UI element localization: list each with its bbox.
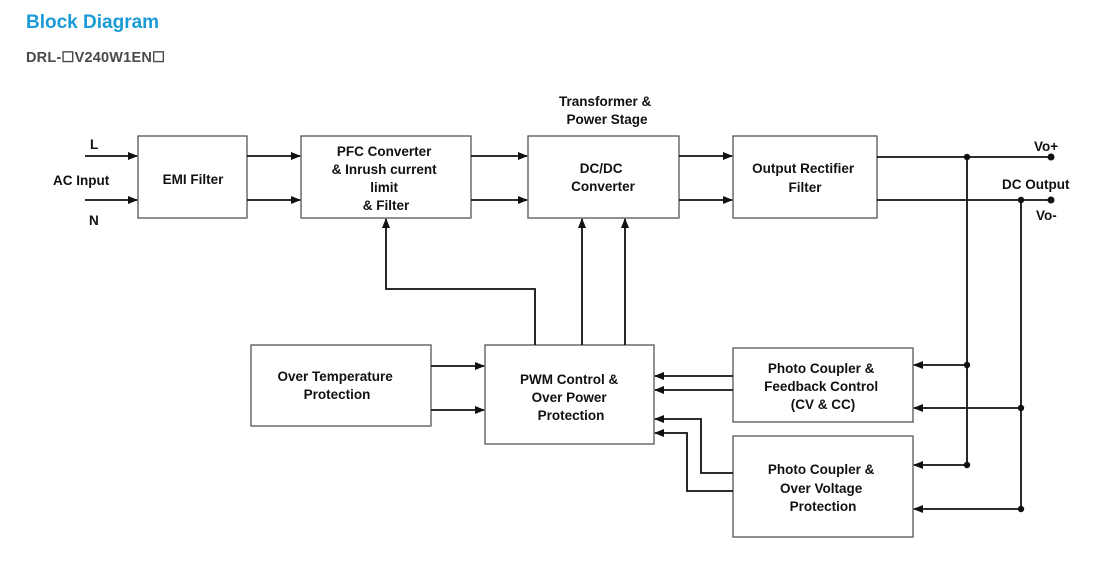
terminal-vo-plus xyxy=(1047,153,1055,161)
label-vo-plus: Vo+ xyxy=(1034,139,1058,154)
block-output-rectifier: Output Rectifier Filter xyxy=(732,135,878,219)
label-vo-minus: Vo- xyxy=(1036,208,1057,223)
label-dc-output: DC Output xyxy=(1002,177,1070,192)
label-ac-input: AC Input xyxy=(53,173,110,188)
label-neutral-N: N xyxy=(89,213,99,228)
block-diagram: EMI Filter PFC Converter & Inrush curren… xyxy=(53,94,1070,538)
label-transformer-stage: Transformer & Power Stage xyxy=(559,94,655,127)
label-line-L: L xyxy=(90,137,98,152)
block-feedback-control: Photo Coupler & Feedback Control (CV & C… xyxy=(732,347,914,423)
block-pfc-converter: PFC Converter & Inrush current limit & F… xyxy=(300,135,472,219)
block-over-voltage: Photo Coupler & Over Voltage Protection xyxy=(732,435,914,538)
block-emi-filter-label: EMI Filter xyxy=(163,172,225,187)
wire-pwm-to-pfc xyxy=(382,218,536,345)
block-emi-filter: EMI Filter xyxy=(137,135,248,219)
wire-ovp-to-pwm-2 xyxy=(654,429,733,492)
block-pwm-control: PWM Control & Over Power Protection xyxy=(484,344,655,445)
block-over-temperature: Over Temperature Protection xyxy=(250,344,432,427)
terminal-vo-minus xyxy=(1047,196,1055,204)
wire-ovp-to-pwm-1 xyxy=(654,415,733,474)
block-dcdc-converter: DC/DC Converter xyxy=(527,135,680,219)
